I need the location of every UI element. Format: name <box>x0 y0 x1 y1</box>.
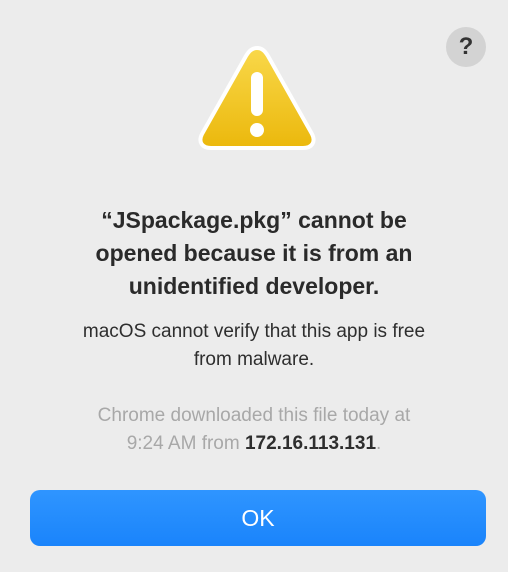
info-time-text: 9:24 AM from <box>126 433 245 454</box>
info-period: . <box>376 433 382 454</box>
dialog-message: macOS cannot verify that this app is fre… <box>20 318 488 374</box>
message-line: from malware. <box>193 349 315 370</box>
message-line: macOS cannot verify that this app is fre… <box>82 321 426 342</box>
ok-button[interactable]: OK <box>30 490 486 546</box>
warning-icon <box>198 46 316 150</box>
info-line: Chrome downloaded this file today at <box>97 405 411 426</box>
dialog-title: “JSpackage.pkg” cannot be opened because… <box>20 204 488 303</box>
help-button[interactable]: ? <box>446 27 486 67</box>
help-button-label: ? <box>458 33 474 60</box>
alert-dialog: ? “JSpackage.pkg” cannot be opened becau… <box>0 0 508 572</box>
ok-button-label: OK <box>241 504 275 531</box>
title-line: “JSpackage.pkg” cannot be <box>101 207 407 233</box>
info-line: 9:24 AM from 172.16.113.131. <box>20 430 488 458</box>
title-line: opened because it is from an <box>95 240 413 266</box>
ip-address: 172.16.113.131 <box>244 433 377 454</box>
title-line: unidentified developer. <box>128 273 380 299</box>
download-info: Chrome downloaded this file today at 9:2… <box>20 402 488 458</box>
